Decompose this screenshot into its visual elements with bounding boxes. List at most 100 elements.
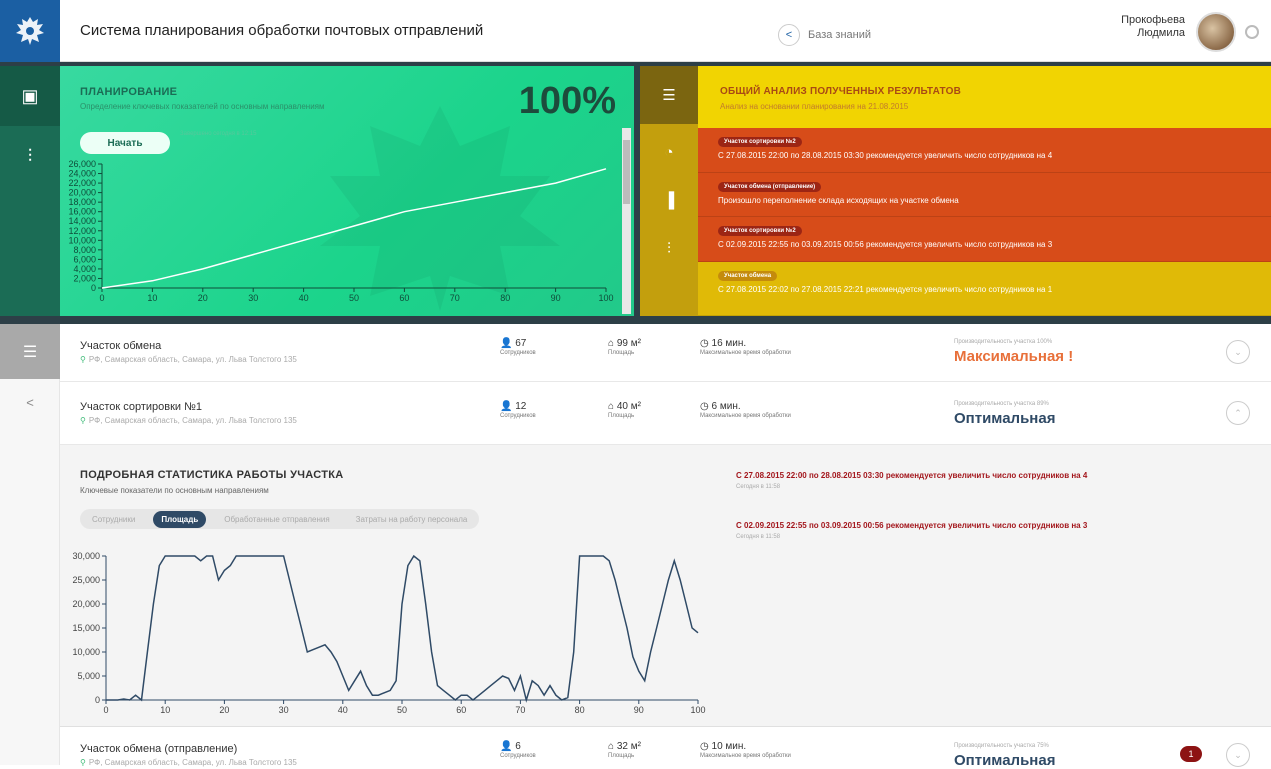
analysis-item-tag: Участок обмена [718, 271, 778, 281]
planning-sidebar: ▣ ⫶ [0, 66, 60, 316]
y-tick-label: 18,000 [68, 197, 96, 207]
x-tick-label: 100 [598, 293, 613, 303]
productivity-value: Оптимальная [954, 410, 1056, 427]
recommendation: С 02.09.2015 22:55 по 03.09.2015 00:56 р… [736, 521, 1087, 540]
user-firstname: Людмила [1137, 27, 1185, 39]
double-eagle-logo[interactable] [0, 0, 60, 62]
knowledge-base-link[interactable]: < База знаний [778, 24, 871, 46]
table-row[interactable]: Участок обмена (отправление) ⚲ РФ, Самарс… [60, 727, 1271, 769]
app-title: Система планирования обработки почтовых … [80, 22, 484, 39]
analysis-item[interactable]: Участок сортировки №2 С 27.08.2015 22:00… [698, 128, 1271, 173]
bar-chart-icon[interactable]: ▐ [640, 176, 698, 224]
time-value: 6 мин. [711, 401, 741, 412]
series-line [101, 168, 607, 289]
x-tick-label: 30 [248, 293, 258, 303]
sliders-icon[interactable]: ⫶ [640, 224, 698, 272]
area-label: Площадь [608, 350, 635, 356]
planning-title: ПЛАНИРОВАНИЕ [80, 86, 178, 98]
area-stat: ⌂ 40 м² Площадь [608, 401, 641, 419]
productivity-value: Максимальная ! [954, 348, 1074, 365]
app-header: Система планирования обработки почтовых … [0, 0, 1271, 62]
share-icon[interactable]: < [0, 382, 60, 422]
recommendation-time: Сегодня в 11:58 [736, 534, 781, 540]
sliders-icon[interactable]: ⫶ [0, 126, 60, 186]
staff-label: Сотрудников [500, 350, 536, 356]
y-tick-label: 22,000 [68, 178, 96, 188]
staff-label: Сотрудников [500, 413, 536, 419]
x-tick-label: 20 [198, 293, 208, 303]
staff-count: 12 [515, 401, 527, 412]
productivity-label: Производительность участка 89% [954, 401, 1049, 407]
analysis-panel: ОБЩИЙ АНАЛИЗ ПОЛУЧЕННЫХ РЕЗУЛЬТАТОВ Анал… [698, 66, 1271, 316]
share-icon: < [778, 24, 800, 46]
avatar[interactable] [1196, 12, 1236, 52]
notification-badge[interactable]: 1 [1180, 746, 1202, 762]
planning-scrollbar[interactable] [622, 128, 631, 314]
pie-chart-icon[interactable]: ◔ [640, 128, 698, 176]
user-icon: 👤 [500, 741, 513, 752]
x-tick-label: 70 [450, 293, 460, 303]
eagle-emblem [16, 17, 44, 45]
detail-tabs: Сотрудники Площадь Обработанные отправле… [80, 509, 480, 529]
time-value: 10 мин. [711, 741, 747, 752]
x-tick-label: 50 [397, 705, 407, 715]
x-tick-label: 80 [575, 705, 585, 715]
y-tick-label: 24,000 [68, 169, 96, 179]
planning-chart: 02,0004,0006,0008,00010,00012,00014,0001… [68, 159, 613, 303]
x-tick-label: 70 [515, 705, 525, 715]
user-icon: 👤 [500, 401, 513, 412]
address-text: РФ, Самарская область, Самара, ул. Льва … [88, 758, 297, 767]
chevron-down-icon[interactable]: ⌄ [1226, 743, 1250, 767]
analysis-item-text: С 02.09.2015 22:55 по 03.09.2015 00:56 р… [718, 240, 1053, 249]
analysis-subtitle: Анализ на основании планирования на 21.0… [720, 102, 909, 111]
time-stat: ◷ 16 мин. Максимальное время обработки [700, 338, 791, 356]
presentation-icon[interactable]: ▣ [0, 66, 60, 126]
chevron-down-icon[interactable]: ⌄ [1226, 340, 1250, 364]
y-tick-label: 26,000 [68, 159, 96, 169]
analysis-item[interactable]: Участок сортировки №2 С 02.09.2015 22:55… [698, 217, 1271, 262]
area-address: ⚲ РФ, Самарская область, Самара, ул. Льва… [80, 758, 297, 767]
area-stat: ⌂ 32 м² Площадь [608, 741, 641, 759]
analysis-item-tag: Участок обмена (отправление) [718, 182, 822, 192]
tab-staff[interactable]: Сотрудники [84, 511, 143, 528]
planning-hint: Завершено сегодня в 12:15 [180, 131, 257, 137]
y-tick-label: 6,000 [73, 254, 96, 264]
y-tick-label: 10,000 [68, 235, 96, 245]
detail-title: ПОДРОБНАЯ СТАТИСТИКА РАБОТЫ УЧАСТКА [80, 469, 344, 481]
y-tick-label: 16,000 [68, 207, 96, 217]
x-tick-label: 90 [634, 705, 644, 715]
gear-icon[interactable] [1245, 25, 1259, 39]
recommendation-time: Сегодня в 11:58 [736, 484, 781, 490]
time-label: Максимальное время обработки [700, 753, 791, 759]
area-name: Участок сортировки №1 [80, 401, 203, 413]
analysis-item[interactable]: Участок обмена С 27.08.2015 22:02 по 27.… [698, 262, 1271, 316]
scrollbar-thumb[interactable] [623, 140, 630, 204]
y-tick-label: 20,000 [68, 188, 96, 198]
y-tick-label: 14,000 [68, 216, 96, 226]
x-tick-label: 60 [399, 293, 409, 303]
x-tick-label: 80 [500, 293, 510, 303]
tab-area[interactable]: Площадь [153, 510, 207, 528]
start-button[interactable]: Начать [80, 132, 170, 154]
x-tick-label: 60 [456, 705, 466, 715]
list-icon[interactable]: ☰ [0, 324, 60, 379]
list-icon[interactable]: ☰ [640, 66, 698, 124]
user-name[interactable]: Прокофьева Людмила [1121, 14, 1185, 40]
table-row[interactable]: Участок сортировки №1 ⚲ РФ, Самарская обл… [60, 383, 1271, 445]
area-label: Площадь [608, 413, 635, 419]
tab-costs[interactable]: Затраты на работу персонала [348, 511, 476, 528]
detail-subtitle: Ключевые показатели по основным направле… [80, 486, 269, 495]
area-value: 40 м² [616, 401, 641, 412]
pin-icon: ⚲ [80, 758, 86, 767]
x-tick-label: 20 [219, 705, 229, 715]
analysis-item[interactable]: Участок обмена (отправление) Произошло п… [698, 173, 1271, 217]
chevron-up-icon[interactable]: ⌃ [1226, 401, 1250, 425]
table-row[interactable]: Участок обмена ⚲ РФ, Самарская область, С… [60, 324, 1271, 382]
x-tick-label: 10 [147, 293, 157, 303]
time-stat: ◷ 10 мин. Максимальное время обработки [700, 741, 791, 759]
y-tick-label: 4,000 [73, 264, 96, 274]
staff-stat: 👤 6 Сотрудников [500, 741, 536, 759]
y-tick-label: 0 [91, 283, 96, 293]
tab-processed[interactable]: Обработанные отправления [216, 511, 337, 528]
y-tick-label: 20,000 [72, 599, 100, 609]
